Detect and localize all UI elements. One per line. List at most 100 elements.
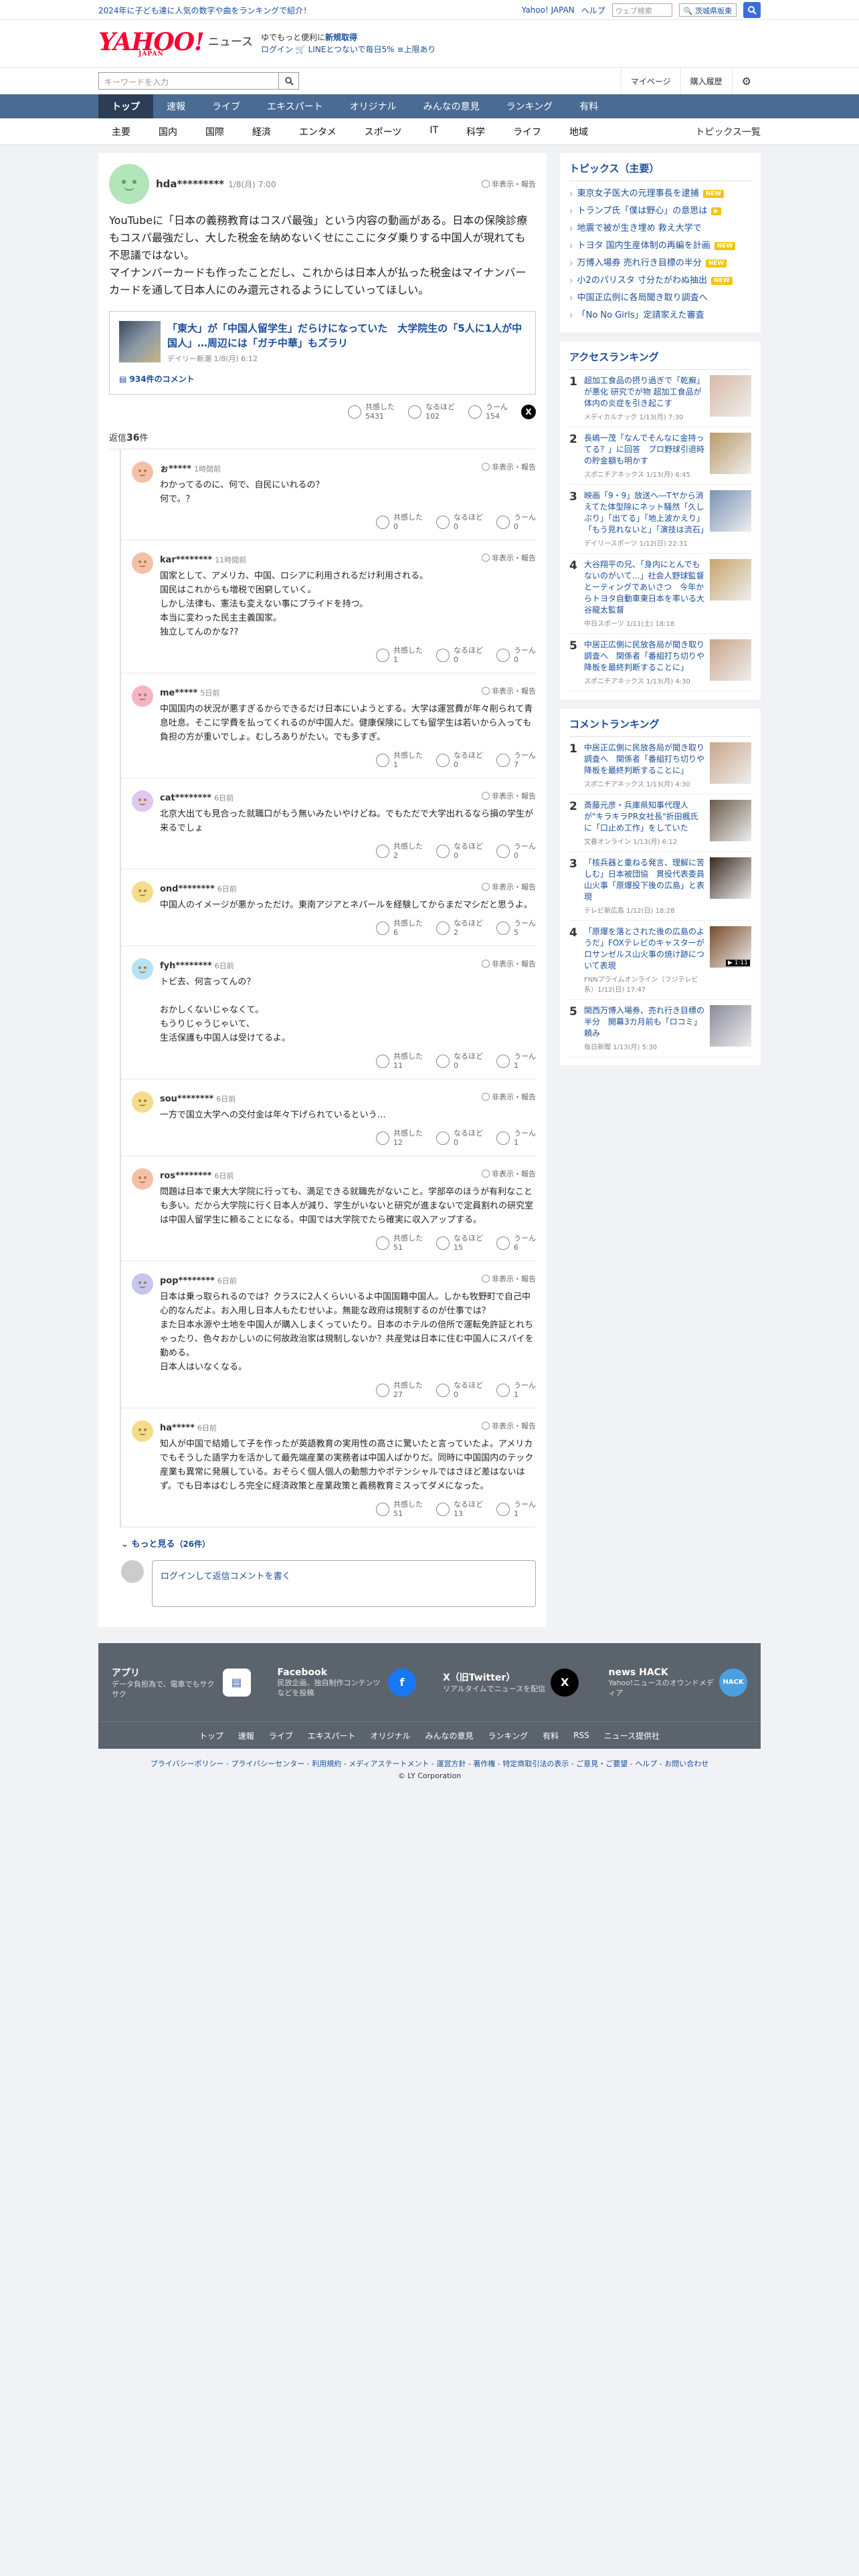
article-card[interactable]: 「東大」が「中国人留学生」だらけになっていた 大学院生の「5人に1人が中国人」…… bbox=[109, 311, 536, 395]
web-search-button[interactable] bbox=[743, 2, 761, 18]
empathy-button[interactable]: 共感した 51 bbox=[376, 1500, 423, 1519]
reply-username[interactable]: fyh******** bbox=[160, 961, 212, 971]
topic-label[interactable]: 「No No Girls」定請家えた審査 bbox=[577, 307, 704, 324]
reply-username[interactable]: ond******** bbox=[160, 884, 215, 894]
hide-report-link[interactable]: 非表示・報告 bbox=[482, 552, 536, 565]
promo-link[interactable]: 2024年に子ども達に人気の数字や曲をランキングで紹介！ bbox=[98, 5, 311, 16]
news-search-button[interactable] bbox=[279, 72, 299, 90]
cat-science[interactable]: 科学 bbox=[452, 125, 499, 138]
insight-button[interactable]: なるほど 0 bbox=[436, 842, 483, 861]
hide-report-link[interactable]: 非表示・報告 bbox=[482, 881, 536, 894]
ranking-item[interactable]: 4 大谷翔平の兄、「身内にとんでもないのがいて…」社会人野球監督とーティングであい… bbox=[569, 554, 751, 634]
footer-app[interactable]: news HACK Yahoo!ニュースのオウンドメディア HACK bbox=[595, 1667, 761, 1698]
topic-label[interactable]: トランプ氏「僕は野心」の意思は bbox=[577, 203, 708, 220]
ranking-item[interactable]: 2 斎藤元彦・兵庫県知事代理人が"キラキラPR女社長"折田楓氏に「口止め工作」をし… bbox=[569, 794, 751, 852]
reply-username[interactable]: me***** bbox=[160, 688, 197, 698]
topic-label[interactable]: 中国正広例に各局聞き取り調査へ bbox=[577, 290, 708, 307]
news-search-input[interactable]: キーワードを入力 bbox=[98, 72, 279, 90]
cat-local[interactable]: 地域 bbox=[555, 125, 602, 138]
ranking-title[interactable]: 中居正広側に民放各局が聞き取り調査へ 関係者「番組打ち切りや降板を最終判断するこ… bbox=[584, 639, 704, 673]
topic-label[interactable]: 地震で被が生き埋め 救え大学で bbox=[577, 220, 702, 237]
post-username[interactable]: hda********* bbox=[156, 178, 224, 190]
footer-link[interactable]: ニュース提供社 bbox=[604, 1730, 660, 1741]
hmm-button[interactable]: うーん 7 bbox=[496, 751, 536, 770]
footer-link[interactable]: ライブ bbox=[269, 1730, 293, 1741]
hmm-button[interactable]: うーん 6 bbox=[496, 1234, 536, 1253]
insight-button[interactable]: なるほど 0 bbox=[436, 751, 483, 770]
area-button[interactable]: 🔍 茨城県坂東 bbox=[678, 3, 737, 17]
ranking-item[interactable]: 3 映画「9・9」放送へ―Tヤから消えてた体型除にネット騒然「久しぶり」「出てる」… bbox=[569, 485, 751, 554]
ranking-item[interactable]: 1 超加工食品の摂り過ぎで「乾癬」が悪化 研究でが物 超加工食品が体内の炎症を引き… bbox=[569, 370, 751, 427]
insight-button[interactable]: なるほど 15 bbox=[436, 1234, 483, 1253]
ranking-title[interactable]: 大谷翔平の兄、「身内にとんでもないのがいて…」社会人野球監督とーティングであいさ… bbox=[584, 559, 704, 616]
topic-label[interactable]: 小2のパリスタ 寸分たがわぬ抽出 bbox=[577, 272, 707, 290]
yahoo-logo[interactable]: YAHOO! JAPAN bbox=[98, 30, 205, 58]
topic-item[interactable]: 地震で被が生き埋め 救え大学で bbox=[569, 220, 751, 237]
nav-breaking[interactable]: 速報 bbox=[153, 94, 199, 118]
hmm-button[interactable]: うーん 1 bbox=[496, 1129, 536, 1148]
insight-button[interactable]: なるほど 0 bbox=[436, 513, 483, 532]
topic-item[interactable]: トヨタ 国内生産体制の再編を計画 NEW bbox=[569, 237, 751, 255]
insight-button[interactable]: なるほど 0 bbox=[436, 1129, 483, 1148]
x-share-icon[interactable]: X bbox=[521, 405, 536, 419]
ranking-thumbnail[interactable] bbox=[710, 1005, 751, 1047]
yahoo-japan-link[interactable]: Yahoo! JAPAN bbox=[522, 5, 575, 15]
topic-label[interactable]: 万博入場券 売れ行き目標の半分 bbox=[577, 255, 702, 272]
insight-button[interactable]: なるほど 13 bbox=[436, 1500, 483, 1519]
topic-item[interactable]: 中国正広例に各局聞き取り調査へ bbox=[569, 290, 751, 307]
nav-expert[interactable]: エキスパート bbox=[254, 94, 337, 118]
topic-item[interactable]: トランプ氏「僕は野心」の意思は▶ bbox=[569, 203, 751, 220]
ranking-item[interactable]: 2 長嶋一茂「なんでそんなに金持ってる？」に回答 プロ野球引退時の貯金額も明かすス… bbox=[569, 427, 751, 485]
insight-button[interactable]: なるほど 0 bbox=[436, 646, 483, 665]
footer-link[interactable]: エキスパート bbox=[308, 1730, 356, 1741]
hmm-button[interactable]: うーん 5 bbox=[496, 919, 536, 938]
cat-it[interactable]: IT bbox=[415, 125, 452, 138]
hide-report-link[interactable]: 非表示・報告 bbox=[482, 790, 536, 803]
hmm-button[interactable]: うーん 1 bbox=[496, 1052, 536, 1071]
hide-report-link[interactable]: 非表示・報告 bbox=[482, 461, 536, 474]
hmm-button[interactable]: うーん 1 bbox=[496, 1381, 536, 1400]
web-search-input[interactable]: ウェブ検索 bbox=[611, 3, 672, 17]
hmm-button[interactable]: うーん 1 bbox=[496, 1500, 536, 1519]
purchase-history-link[interactable]: 購入履歴 bbox=[680, 68, 732, 94]
reply-username[interactable]: sou******** bbox=[160, 1094, 213, 1104]
nav-paid[interactable]: 有料 bbox=[566, 94, 611, 118]
help-link[interactable]: ヘルプ bbox=[581, 5, 605, 16]
ranking-thumbnail[interactable] bbox=[710, 490, 751, 532]
login-link[interactable]: ログイン 🛒 LINEとつないで毎日5% ≡上限あり bbox=[261, 43, 436, 56]
ranking-thumbnail[interactable]: ▶ 1:11 bbox=[710, 926, 751, 968]
ranking-item[interactable]: 5 関西万博入場券、売れ行き目標の半分 開幕3カ月前も「ロコミ」頼み 毎日新聞 1/… bbox=[569, 1000, 751, 1057]
insight-button[interactable]: なるほど 0 bbox=[436, 1052, 483, 1071]
empathy-button[interactable]: 共感した 12 bbox=[376, 1129, 423, 1148]
ranking-title[interactable]: 斎藤元彦・兵庫県知事代理人が"キラキラPR女社長"折田楓氏に「口止め工作」をして… bbox=[584, 800, 704, 834]
insight-button[interactable]: なるほど 102 bbox=[408, 403, 455, 421]
hide-report-link[interactable]: 非表示・報告 bbox=[482, 179, 536, 189]
reply-username[interactable]: kar******** bbox=[160, 555, 212, 565]
ranking-title[interactable]: 「核兵器と重ねる発言、理解に苦しむ」日本被団協 貫役代表委員山火事「原爆投下後の… bbox=[584, 857, 704, 903]
hide-report-link[interactable]: 非表示・報告 bbox=[482, 1091, 536, 1104]
hide-report-link[interactable]: 非表示・報告 bbox=[482, 958, 536, 971]
reply-textarea[interactable]: ログインして返信コメントを書く bbox=[152, 1560, 536, 1607]
topic-label[interactable]: 東京女子医大の元理事長を逮捕 bbox=[577, 185, 699, 203]
ranking-thumbnail[interactable] bbox=[710, 639, 751, 681]
hide-report-link[interactable]: 非表示・報告 bbox=[482, 1420, 536, 1433]
hmm-button[interactable]: うーん 0 bbox=[496, 842, 536, 861]
nav-original[interactable]: オリジナル bbox=[337, 94, 410, 118]
footer-app[interactable]: アプリ データ負担為で、電車でもサクサク ▤ bbox=[98, 1666, 264, 1699]
nav-live[interactable]: ライブ bbox=[199, 94, 254, 118]
reply-username[interactable]: ha***** bbox=[160, 1423, 195, 1433]
empathy-button[interactable]: 共感した 11 bbox=[376, 1052, 423, 1071]
insight-button[interactable]: なるほど 2 bbox=[436, 919, 483, 938]
empathy-button[interactable]: 共感した 1 bbox=[376, 646, 423, 665]
ranking-title[interactable]: 長嶋一茂「なんでそんなに金持ってる？」に回答 プロ野球引退時の貯金額も明かす bbox=[584, 433, 704, 467]
footer-app[interactable]: Facebook 民放企画、独自制作コンテンツなどを投稿 f bbox=[264, 1667, 430, 1698]
empathy-button[interactable]: 共感した 1 bbox=[376, 751, 423, 770]
ranking-item[interactable]: 1 中居正広側に民放各局が聞き取り調査へ 関係者「番組打ち切りや降板を最終判断する… bbox=[569, 737, 751, 794]
ranking-item[interactable]: 5 中居正広側に民放各局が聞き取り調査へ 関係者「番組打ち切りや降板を最終判断する… bbox=[569, 634, 751, 691]
footer-link[interactable]: ランキング bbox=[488, 1730, 529, 1741]
ranking-title[interactable]: 超加工食品の摂り過ぎで「乾癬」が悪化 研究でが物 超加工食品が体内の炎症を引き起… bbox=[584, 375, 704, 409]
empathy-button[interactable]: 共感した 6 bbox=[376, 919, 423, 938]
cat-domestic[interactable]: 国内 bbox=[145, 125, 191, 138]
cat-entertainment[interactable]: エンタメ bbox=[285, 125, 351, 138]
cat-life[interactable]: ライフ bbox=[499, 125, 555, 138]
